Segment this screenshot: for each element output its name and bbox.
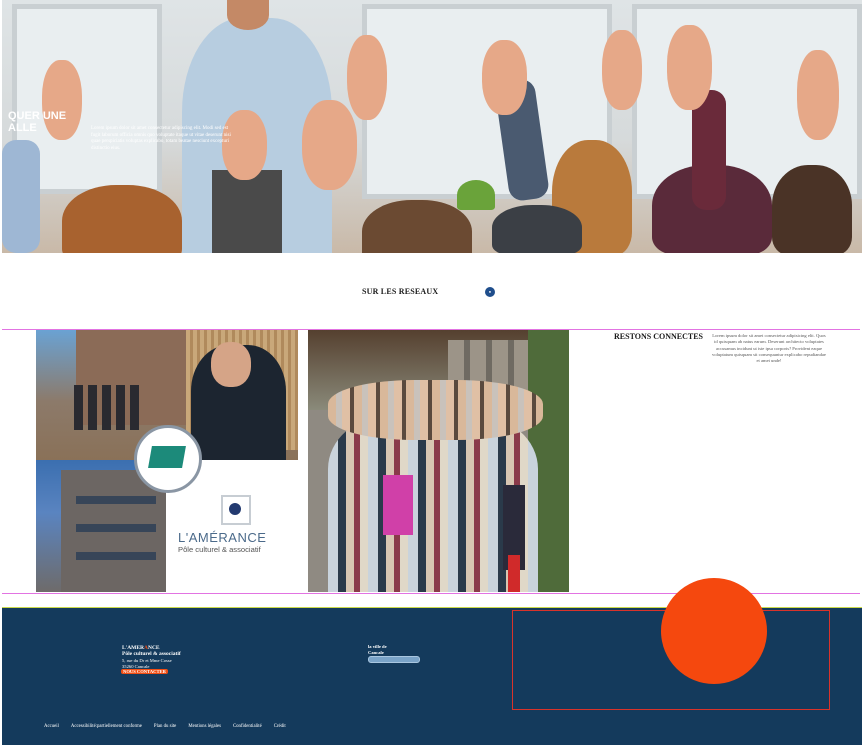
- footer-link-confidentialite[interactable]: Confidentialité: [233, 724, 262, 729]
- footer-link-accueil[interactable]: Accueil: [44, 724, 59, 729]
- footer-link-accessibilite[interactable]: Accessibilité:partiellement conforme: [71, 724, 142, 729]
- person-pink-top: [383, 475, 413, 535]
- restons-connectes-title: RESTONS CONNECTES: [614, 332, 703, 341]
- raised-hand: [482, 40, 527, 115]
- footer-link-mentions-legales[interactable]: Mentions légales: [188, 724, 221, 729]
- hero-description: Lorem ipsum dolor sit amet consectetur a…: [91, 126, 231, 151]
- plant: [457, 180, 495, 210]
- contact-button[interactable]: NOUS CONTACTER: [121, 669, 168, 674]
- footer-city-name: Cancale: [368, 650, 384, 655]
- footer-link-plan-du-site[interactable]: Plan du site: [154, 724, 176, 729]
- building-windows: [76, 490, 156, 580]
- logo-dot: [229, 503, 241, 515]
- audience-head: [362, 200, 472, 253]
- raised-hand: [667, 25, 712, 110]
- footer-link-credit[interactable]: Crédit: [274, 724, 286, 729]
- decorative-orange-circle: [661, 578, 767, 684]
- crowd: [318, 360, 548, 592]
- ameranche-logo-subtitle: Pôle culturel & associatif: [178, 545, 261, 554]
- crowd-faces: [328, 380, 543, 440]
- ameranche-logo-text: L'AMÉRANCE: [178, 530, 267, 545]
- footer-city-label: la ville de: [368, 644, 387, 649]
- hero-title: QUER UNE ALLE: [8, 110, 67, 134]
- footer-links: Accueil Accessibilité:partiellement conf…: [44, 724, 286, 729]
- audience-head: [492, 205, 582, 253]
- speaker-head: [227, 0, 269, 30]
- mayor-face: [211, 342, 251, 387]
- speaker-legs: [212, 170, 282, 253]
- audience-arm: [2, 140, 40, 253]
- badge-logo-icon: [148, 446, 186, 468]
- restons-connectes-text: Lorem ipsum dolor sit amet consectetur a…: [712, 333, 826, 364]
- raised-hand: [302, 100, 357, 190]
- raised-hand: [797, 50, 839, 140]
- raised-hand: [602, 30, 642, 110]
- audience-head: [772, 165, 852, 253]
- social-label: SUR LES RESEAUX: [362, 287, 439, 296]
- footer-address-line1: 5, rue du Dr et Mme Cosse: [122, 658, 172, 663]
- ameranche-building-image: L'AMÉRANCE Pôle culturel & associatif: [36, 330, 298, 592]
- ameranche-logo-icon: [221, 495, 251, 525]
- raised-hand: [347, 35, 387, 120]
- person-red-pants: [508, 555, 520, 592]
- audience-head: [62, 185, 182, 253]
- group-of-men: [74, 385, 144, 430]
- group-photo: [308, 330, 569, 592]
- ville-badge: [134, 425, 202, 493]
- footer-subtitle: Pôle culturel & associatif: [122, 651, 181, 657]
- city-link-button[interactable]: [368, 656, 420, 663]
- social-network-icon[interactable]: ●: [485, 287, 495, 297]
